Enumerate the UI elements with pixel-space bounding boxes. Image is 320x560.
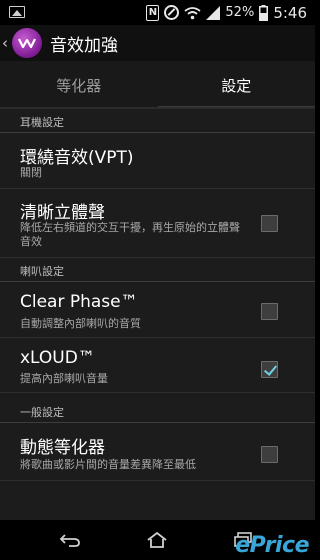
walkman-icon[interactable]: [12, 28, 42, 58]
xloud-checkbox[interactable]: [261, 361, 278, 378]
watermark-logo: ePrice: [235, 533, 309, 558]
setting-title: 環繞音效(VPT): [20, 148, 134, 168]
setting-xloud[interactable]: xLOUD™ 提高內部喇叭音量: [0, 338, 315, 393]
section-label: 耳機設定: [20, 116, 64, 129]
setting-title: 清晰立體聲: [20, 203, 105, 223]
setting-summary: 自動調整內部喇叭的音質: [20, 317, 141, 330]
signal-icon: [206, 5, 221, 21]
navigation-bar: ePrice: [0, 520, 315, 560]
tab-label: 等化器: [56, 76, 102, 95]
status-icons: N 52% 5:46: [146, 3, 307, 22]
section-header-headphone: 耳機設定: [0, 109, 315, 133]
setting-title: xLOUD™: [20, 348, 95, 368]
setting-summary: 將歌曲或影片間的音量差異降至最低: [20, 458, 196, 471]
app-title: 音效加強: [50, 35, 118, 56]
setting-summary: 降低左右頻道的交互干擾，再生原始的立體聲音效: [20, 221, 240, 248]
tab-bar: 等化器 設定: [0, 61, 315, 109]
setting-summary: 關閉: [20, 166, 42, 179]
setting-title: 動態等化器: [20, 438, 105, 458]
section-label: 一般設定: [20, 406, 64, 419]
clear-phase-checkbox[interactable]: [261, 303, 278, 320]
back-icon[interactable]: [52, 528, 88, 552]
dynamic-eq-checkbox[interactable]: [261, 446, 278, 463]
blocked-icon: [164, 5, 180, 20]
tab-settings[interactable]: 設定: [157, 61, 316, 109]
setting-dynamic-eq[interactable]: 動態等化器 將歌曲或影片間的音量差異降至最低: [0, 423, 315, 481]
setting-clear-stereo[interactable]: 清晰立體聲 降低左右頻道的交互干擾，再生原始的立體聲音效: [0, 189, 315, 258]
section-header-general: 一般設定: [0, 399, 315, 423]
setting-vpt[interactable]: 環繞音效(VPT) 關閉: [0, 133, 315, 189]
clear-stereo-checkbox[interactable]: [261, 215, 278, 232]
home-icon[interactable]: [139, 528, 175, 552]
status-bar: N 52% 5:46: [0, 0, 315, 25]
clock: 5:46: [273, 3, 307, 22]
section-header-speaker: 喇叭設定: [0, 258, 315, 282]
setting-title: Clear Phase™: [20, 292, 138, 312]
nfc-icon: N: [146, 4, 160, 21]
settings-list[interactable]: 耳機設定 環繞音效(VPT) 關閉 清晰立體聲 降低左右頻道的交互干擾，再生原始…: [0, 109, 315, 520]
battery-percent: 52%: [225, 5, 255, 20]
action-bar: ‹ 音效加強: [0, 25, 315, 61]
setting-summary: 提高內部喇叭音量: [20, 372, 108, 385]
image-icon: [9, 6, 25, 18]
up-chevron-icon[interactable]: ‹: [2, 25, 12, 61]
tab-label: 設定: [221, 76, 252, 95]
section-label: 喇叭設定: [20, 265, 64, 278]
tab-equalizer[interactable]: 等化器: [0, 61, 158, 109]
setting-clear-phase[interactable]: Clear Phase™ 自動調整內部喇叭的音質: [0, 282, 315, 338]
wifi-icon: [184, 5, 201, 21]
battery-icon: [259, 4, 269, 21]
